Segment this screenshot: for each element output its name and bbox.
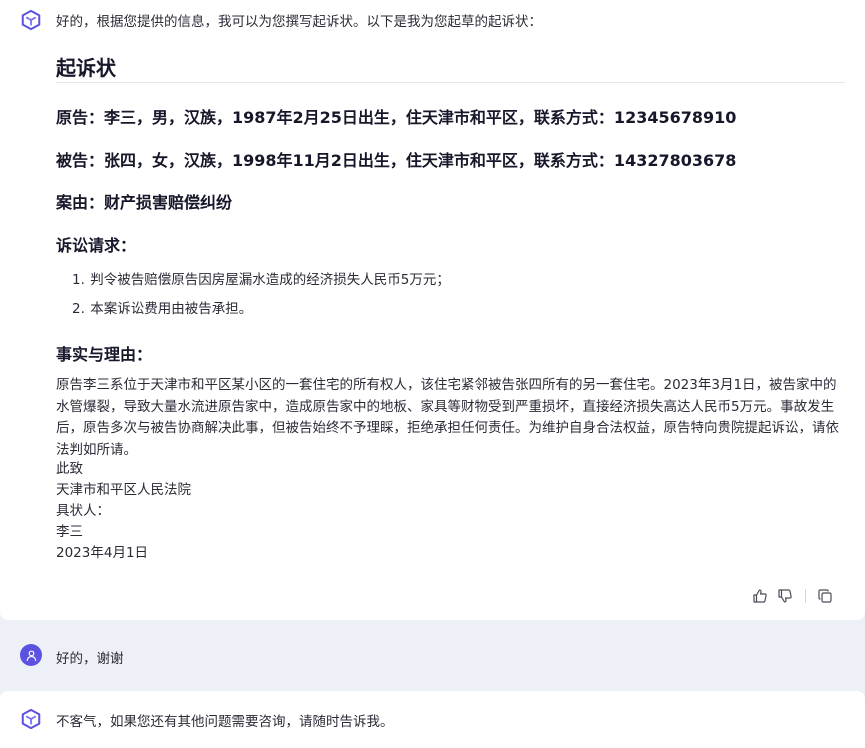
thumbs-down-icon[interactable] <box>777 588 793 604</box>
user-message-row: 好的，谢谢 <box>0 640 865 670</box>
title-divider <box>56 82 845 83</box>
assistant-reply-card: 不客气，如果您还有其他问题需要咨询，请随时告诉我。 <box>0 691 865 748</box>
signatory-label: 具状人： <box>56 503 110 519</box>
actions-divider <box>805 589 806 603</box>
closing-salutation: 此致 <box>56 461 83 477</box>
document-title: 起诉状 <box>56 56 116 80</box>
assistant-logo-icon <box>20 708 42 730</box>
signatory-name: 李三 <box>56 524 83 540</box>
list-item-text: 判令被告赔偿原告因房屋漏水造成的经济损失人民币5万元； <box>90 272 450 288</box>
list-item: 1. 判令被告赔偿原告因房屋漏水造成的经济损失人民币5万元； <box>72 270 450 299</box>
list-item-number: 2. <box>72 301 85 317</box>
cause-line: 案由：财产损害赔偿纠纷 <box>56 193 233 212</box>
claims-heading: 诉讼请求： <box>56 236 137 255</box>
assistant-reply-text: 不客气，如果您还有其他问题需要咨询，请随时告诉我。 <box>56 714 394 730</box>
facts-paragraph: 原告李三系位于天津市和平区某小区的一套住宅的所有权人，该住宅紧邻被告张四所有的另… <box>56 377 839 458</box>
list-item-text: 本案诉讼费用由被告承担。 <box>90 301 253 317</box>
plaintiff-line: 原告：李三，男，汉族，1987年2月25日出生，住天津市和平区，联系方式：123… <box>56 108 737 127</box>
assistant-message-card: 好的，根据您提供的信息，我可以为您撰写起诉状。以下是我为您起草的起诉状： 起诉状… <box>0 0 865 620</box>
assistant-logo-icon <box>20 9 42 31</box>
filing-date: 2023年4月1日 <box>56 545 149 561</box>
copy-icon[interactable] <box>817 588 833 604</box>
list-item: 2. 本案诉讼费用由被告承担。 <box>72 299 450 328</box>
claims-list: 1. 判令被告赔偿原告因房屋漏水造成的经济损失人民币5万元； 2. 本案诉讼费用… <box>72 270 450 328</box>
list-item-number: 1. <box>72 272 85 288</box>
closing-block: 此致 天津市和平区人民法院 具状人： 李三 2023年4月1日 <box>56 459 191 564</box>
user-avatar-icon <box>20 644 42 666</box>
assistant-intro-text: 好的，根据您提供的信息，我可以为您撰写起诉状。以下是我为您起草的起诉状： <box>56 14 542 30</box>
thumbs-up-icon[interactable] <box>752 588 768 604</box>
defendant-line: 被告：张四，女，汉族，1998年11月2日出生，住天津市和平区，联系方式：143… <box>56 151 737 170</box>
court-name: 天津市和平区人民法院 <box>56 482 191 498</box>
facts-heading: 事实与理由： <box>56 345 153 364</box>
user-message-text: 好的，谢谢 <box>56 651 124 667</box>
message-actions <box>752 587 833 605</box>
